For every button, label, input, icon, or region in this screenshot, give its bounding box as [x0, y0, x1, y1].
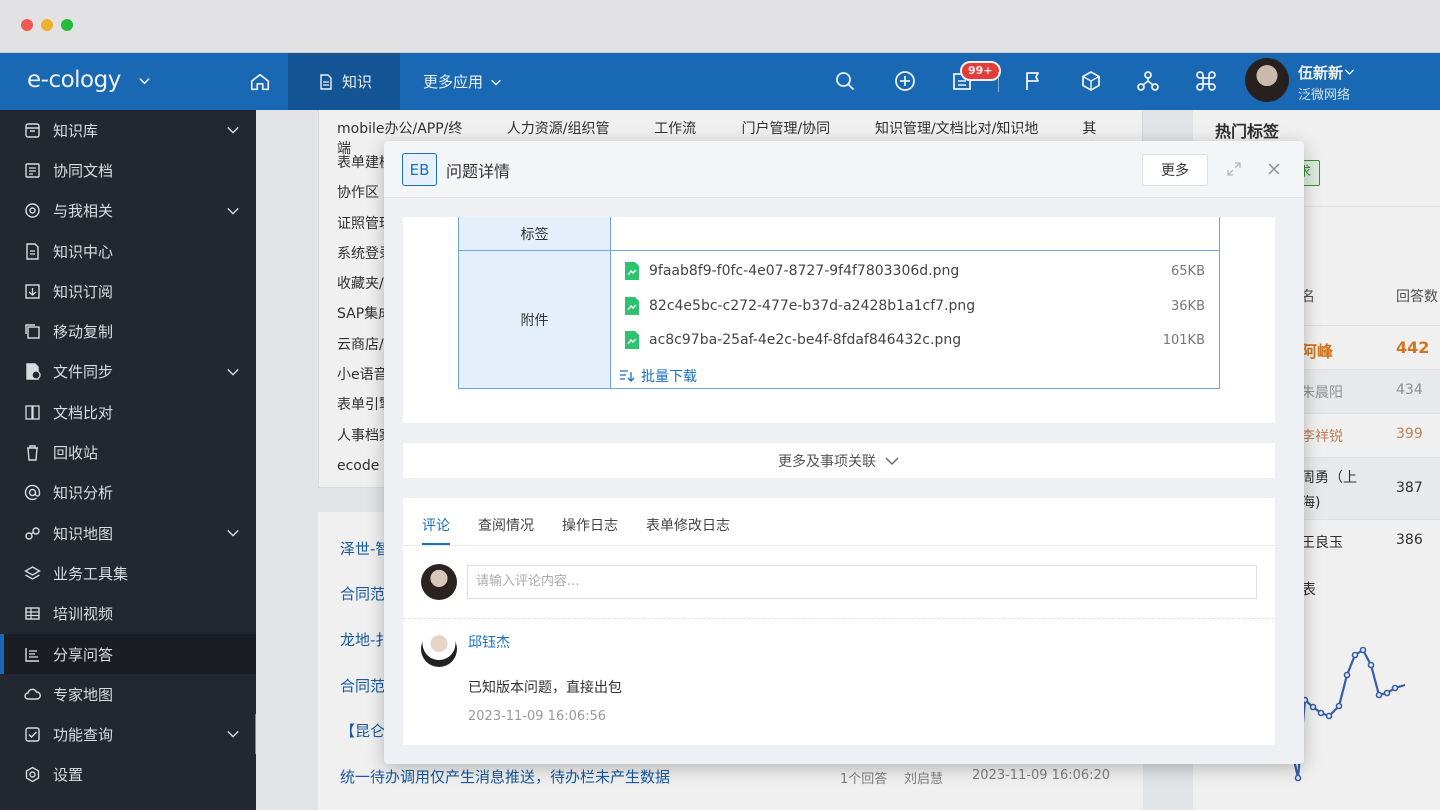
image-file-icon — [625, 262, 639, 280]
divider — [403, 618, 1275, 619]
attachment-name[interactable]: ac8c97ba-25af-4e2c-be4f-8fdaf846432c.png — [649, 332, 961, 348]
image-file-icon — [625, 331, 639, 349]
attachment-size: 65KB — [1171, 263, 1205, 279]
detail-table: 标签 附件 9faab8f9-f0fc-4e07-8727-9f4f780330… — [458, 217, 1220, 389]
comment-time: 2023-11-09 16:06:56 — [468, 709, 607, 724]
tab-form-change-log[interactable]: 表单修改日志 — [646, 515, 730, 545]
comment-tabs: 评论 查阅情况 操作日志 表单修改日志 — [422, 515, 758, 545]
modal-title: 问题详情 — [446, 162, 511, 181]
comment-text: 已知版本问题，直接出包 — [468, 680, 622, 696]
app-badge: EB — [402, 153, 437, 186]
tag-label: 标签 — [459, 217, 611, 250]
expand-icon[interactable] — [1226, 161, 1242, 177]
attachment-label: 附件 — [459, 251, 611, 388]
attachment-name[interactable]: 9faab8f9-f0fc-4e07-8727-9f4f7803306d.png — [649, 263, 959, 279]
more-relations-toggle[interactable]: 更多及事项关联 — [403, 443, 1275, 478]
more-button[interactable]: 更多 — [1142, 154, 1208, 186]
comment-author[interactable]: 邱钰杰 — [468, 632, 510, 652]
tab-operation-log[interactable]: 操作日志 — [562, 515, 618, 545]
attachment-item[interactable]: 9faab8f9-f0fc-4e07-8727-9f4f7803306d.png… — [625, 262, 1205, 280]
divider — [403, 545, 1275, 546]
tab-comments[interactable]: 评论 — [422, 515, 450, 545]
attachment-item[interactable]: ac8c97ba-25af-4e2c-be4f-8fdaf846432c.png… — [625, 331, 1205, 349]
question-detail-modal: EB 问题详情 更多 标签 附件 9faab8f9-f0fc-4e07-8727… — [384, 141, 1304, 764]
tab-views[interactable]: 查阅情况 — [478, 515, 534, 545]
comment-input[interactable]: 请输入评论内容... — [467, 565, 1257, 599]
attachment-name[interactable]: 82c4e5bc-c272-477e-b37d-a2428b1a1cf7.png — [649, 298, 975, 314]
avatar — [421, 564, 457, 600]
attachment-size: 101KB — [1162, 332, 1205, 348]
chevron-down-icon — [885, 457, 899, 465]
close-icon[interactable] — [1266, 161, 1282, 177]
attachment-item[interactable]: 82c4e5bc-c272-477e-b37d-a2428b1a1cf7.png… — [625, 297, 1205, 315]
batch-download-label: 批量下载 — [641, 369, 697, 385]
image-file-icon — [625, 297, 639, 315]
download-list-icon — [620, 370, 635, 382]
app-window: e-cology 知识 更多应用 99+ 伍新新 泛微网络 知识库 协同文档 与我相… — [0, 0, 1440, 810]
detail-card: 标签 附件 9faab8f9-f0fc-4e07-8727-9f4f780330… — [403, 217, 1275, 423]
more-relations-label: 更多及事项关联 — [778, 453, 876, 470]
comments-card: 评论 查阅情况 操作日志 表单修改日志 请输入评论内容... 邱钰杰 已知版本问… — [403, 498, 1275, 745]
modal-header: EB 问题详情 更多 — [384, 141, 1304, 198]
avatar[interactable] — [421, 631, 457, 667]
batch-download-link[interactable]: 批量下载 — [619, 366, 697, 386]
attachment-size: 36KB — [1171, 298, 1205, 314]
